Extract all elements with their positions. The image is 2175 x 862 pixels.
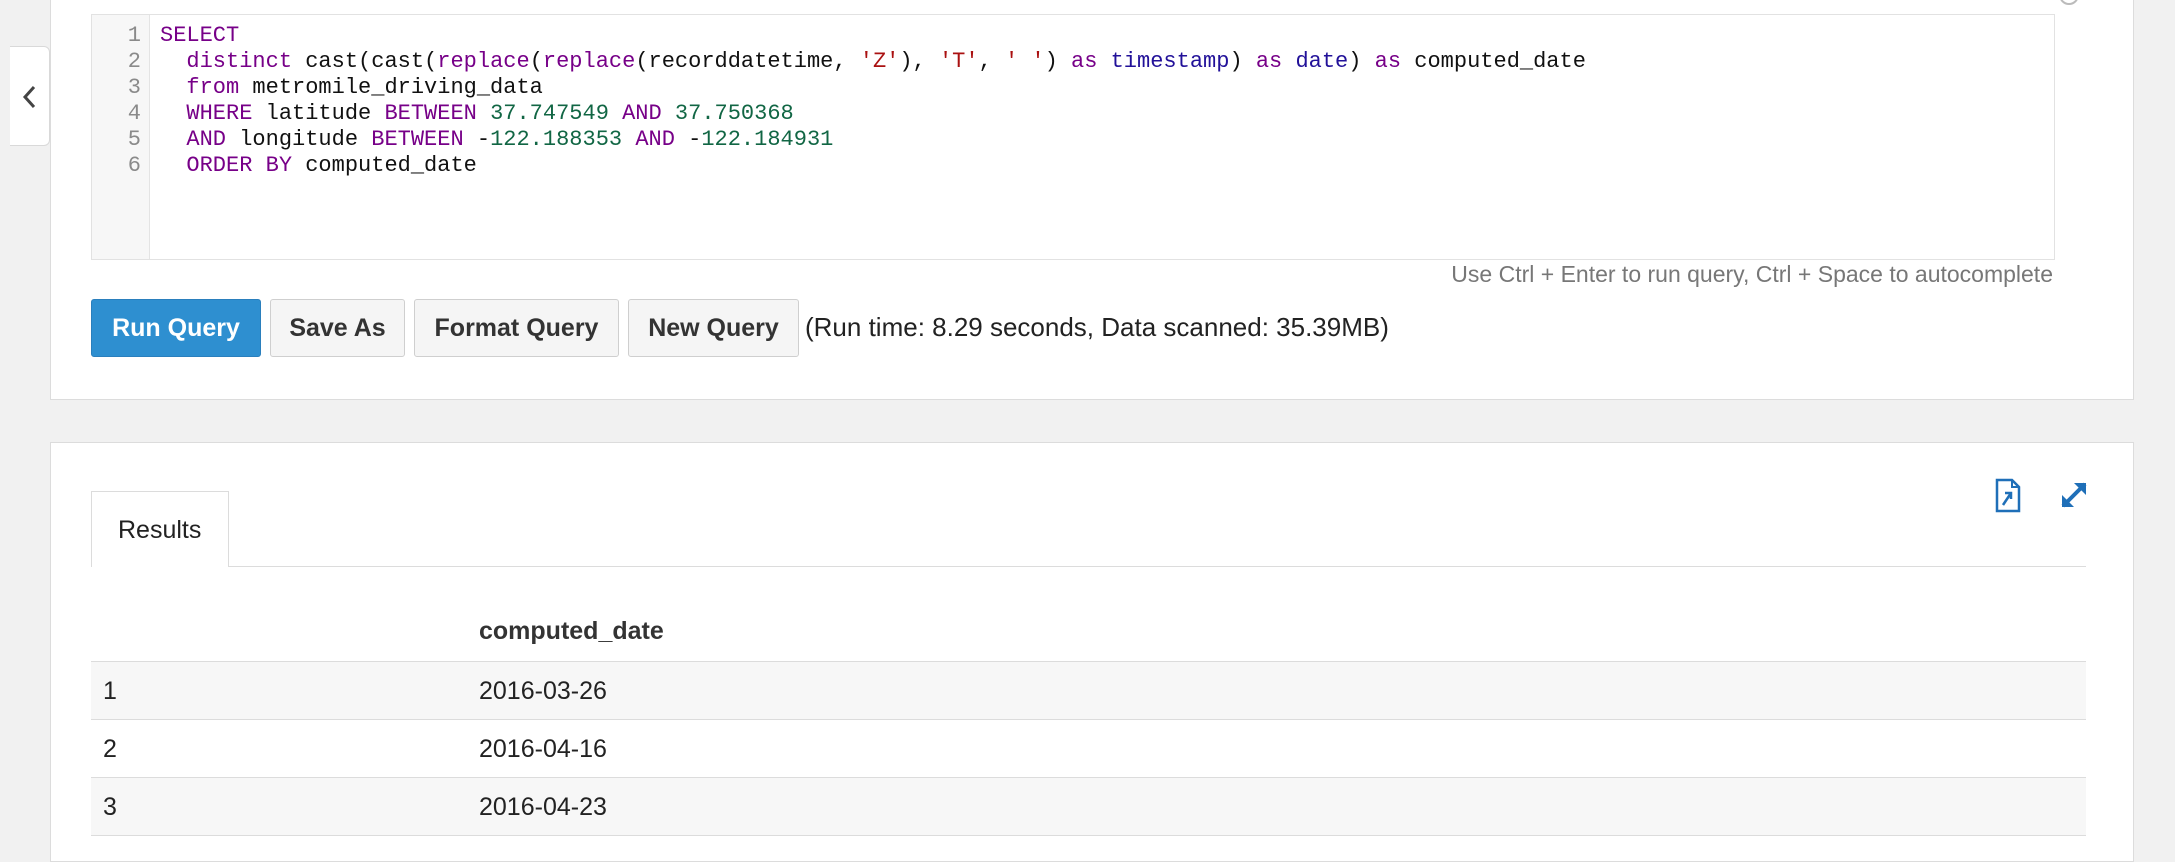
save-as-button[interactable]: Save As <box>270 299 405 357</box>
code-token: AND <box>635 127 675 152</box>
code-line[interactable]: SELECT <box>160 23 239 49</box>
code-token: as <box>1071 49 1098 74</box>
collapse-sidebar-button[interactable] <box>10 46 50 146</box>
line-number: 6 <box>127 153 141 178</box>
code-token: AND <box>186 127 227 152</box>
results-table: computed_date 1 2016-03-26 2 2016-04-16 … <box>91 603 2086 836</box>
table-row[interactable]: 2 2016-04-16 <box>91 720 2086 778</box>
code-token: cast(cast( <box>292 49 438 74</box>
code-token: AND <box>622 101 662 126</box>
code-token: metromile_driving_data <box>239 75 543 100</box>
expand-results-button[interactable] <box>2057 478 2091 516</box>
settings-icon[interactable] <box>2059 0 2079 5</box>
tab-results[interactable]: Results <box>91 491 229 567</box>
code-token: (recorddatetime, <box>635 49 860 74</box>
code-token: as <box>1255 49 1283 74</box>
tab-divider <box>91 566 2086 567</box>
code-token: date <box>1295 49 1349 74</box>
table-row[interactable]: 1 2016-03-26 <box>91 662 2086 720</box>
cell-value: 2016-04-23 <box>479 793 607 821</box>
code-token: WHERE <box>186 101 253 126</box>
code-token: ORDER BY <box>186 153 293 178</box>
line-number: 3 <box>127 75 141 100</box>
run-info: (Run time: 8.29 seconds, Data scanned: 3… <box>805 312 1389 342</box>
code-token: ( <box>529 49 543 74</box>
code-token: 37.747549 <box>490 101 609 126</box>
code-token: BETWEEN <box>384 101 477 126</box>
code-token: ) <box>1044 49 1071 74</box>
new-query-button[interactable]: New Query <box>628 299 799 357</box>
row-index: 3 <box>103 793 117 821</box>
code-token: 'T' <box>938 49 979 74</box>
row-index: 2 <box>103 735 117 763</box>
code-line[interactable]: ORDER BY computed_date <box>160 153 477 179</box>
code-line[interactable]: from metromile_driving_data <box>160 75 543 101</box>
line-number: 2 <box>127 49 141 74</box>
code-line[interactable]: WHERE latitude BETWEEN 37.747549 AND 37.… <box>160 101 794 127</box>
code-token: computed_date <box>1401 49 1586 74</box>
code-token: distinct <box>186 49 293 74</box>
code-token: ) <box>1229 49 1256 74</box>
cell-value: 2016-04-16 <box>479 735 607 763</box>
code-token: BETWEEN <box>371 127 464 152</box>
line-number: 4 <box>127 101 141 126</box>
editor-hint: Use Ctrl + Enter to run query, Ctrl + Sp… <box>1451 261 2053 287</box>
run-query-button[interactable]: Run Query <box>91 299 261 357</box>
code-token: , <box>978 49 1005 74</box>
table-header: computed_date <box>91 603 2086 662</box>
code-token: ), <box>899 49 939 74</box>
code-line[interactable]: AND longitude BETWEEN -122.188353 AND -1… <box>160 127 833 153</box>
download-results-button[interactable] <box>1993 478 2027 516</box>
code-line[interactable]: distinct cast(cast(replace(replace(recor… <box>160 49 1586 75</box>
code-token: as <box>1374 49 1402 74</box>
code-token: latitude <box>252 101 385 126</box>
results-panel: Results computed_date 1 2016-03-26 2 201… <box>50 442 2134 862</box>
code-token: replace <box>542 49 636 74</box>
table-row[interactable]: 3 2016-04-23 <box>91 778 2086 836</box>
code-token: SELECT <box>160 23 240 48</box>
code-token: longitude <box>226 127 372 152</box>
code-token: - <box>674 127 702 152</box>
code-token: replace <box>437 49 530 74</box>
expand-icon <box>2061 482 2087 508</box>
code-token: computed_date <box>292 153 477 178</box>
sql-editor[interactable]: 1 2 3 4 5 6 SELECT distinct cast(cast(re… <box>91 14 2055 260</box>
row-index: 1 <box>103 677 117 705</box>
download-file-icon <box>1995 478 2021 513</box>
line-number: 1 <box>127 23 141 48</box>
column-header-computed-date[interactable]: computed_date <box>479 617 664 646</box>
code-token: ) <box>1348 49 1375 74</box>
code-token: 'Z' <box>859 49 900 74</box>
code-token: timestamp <box>1110 49 1230 74</box>
code-token: - <box>463 127 491 152</box>
code-token: 122.184931 <box>701 127 834 152</box>
query-editor-panel: 1 2 3 4 5 6 SELECT distinct cast(cast(re… <box>50 0 2134 400</box>
tab-results-label: Results <box>118 516 202 544</box>
line-number-gutter: 1 2 3 4 5 6 <box>92 15 150 259</box>
code-token: from <box>186 75 240 100</box>
line-number: 5 <box>127 127 141 152</box>
code-token: 37.750368 <box>674 101 794 126</box>
format-query-button[interactable]: Format Query <box>414 299 619 357</box>
code-token: ' ' <box>1004 49 1045 74</box>
chevron-left-icon <box>22 85 36 109</box>
code-token: 122.188353 <box>490 127 623 152</box>
cell-value: 2016-03-26 <box>479 677 607 705</box>
